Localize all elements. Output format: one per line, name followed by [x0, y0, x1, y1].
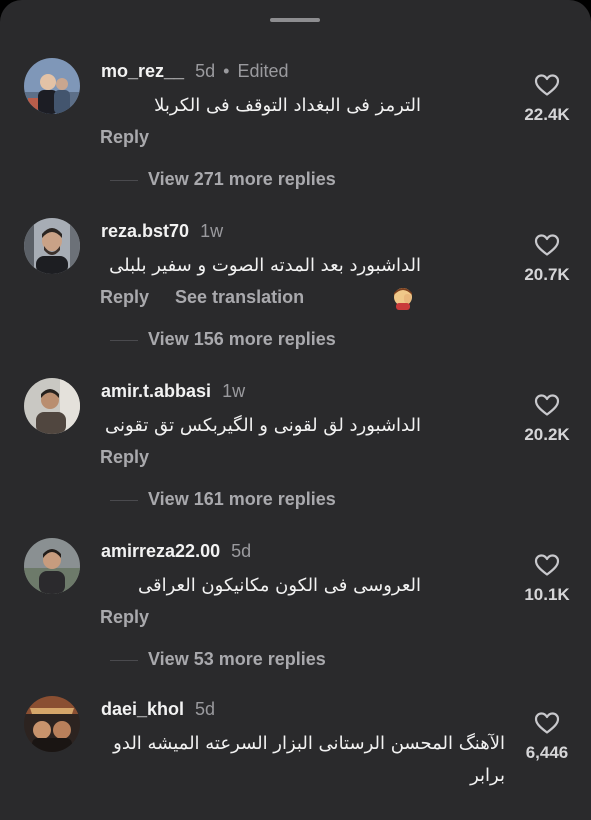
avatar[interactable]: [24, 696, 80, 752]
view-replies-label: View 271 more replies: [148, 169, 336, 189]
avatar[interactable]: [24, 58, 80, 114]
username[interactable]: amir.t.abbasi: [101, 381, 211, 401]
timestamp: 1w: [200, 221, 224, 241]
heart-icon[interactable]: [534, 553, 560, 577]
timestamp: 5d: [195, 61, 216, 81]
view-replies-button[interactable]: View 161 more replies: [110, 488, 336, 510]
comment-text: الترمز فی البغداد التوقف فی الکربلا: [154, 95, 421, 116]
replies-divider: [110, 179, 138, 181]
comment-item: amirreza22.00 5d العروسی فی الکون مکانیک…: [0, 538, 591, 698]
view-replies-button[interactable]: View 156 more replies: [110, 328, 336, 350]
username[interactable]: mo_rez__: [101, 61, 184, 81]
comments-sheet: mo_rez__ 5d • Edited الترمز فی البغداد ا…: [0, 0, 591, 820]
comment-actions: Reply: [100, 446, 149, 468]
replies-divider: [110, 339, 138, 341]
replies-divider: [110, 659, 138, 661]
edited-label: Edited: [237, 61, 289, 81]
view-replies-label: View 53 more replies: [148, 649, 326, 669]
username[interactable]: amirreza22.00: [101, 541, 220, 561]
reply-button[interactable]: Reply: [100, 447, 149, 467]
reply-button[interactable]: Reply: [100, 287, 149, 307]
comment-meta: daei_khol 5d: [101, 698, 215, 720]
comment-actions: Reply: [100, 126, 149, 148]
view-replies-label: View 156 more replies: [148, 329, 336, 349]
heart-icon[interactable]: [534, 393, 560, 417]
drag-handle[interactable]: [270, 18, 320, 22]
comment-meta: reza.bst70 1w: [101, 220, 223, 242]
like-control: 10.1K: [507, 553, 587, 605]
like-control: 6,446: [507, 711, 587, 763]
avatar[interactable]: [24, 538, 80, 594]
view-replies-label: View 161 more replies: [148, 489, 336, 509]
comment-text-content: الداشبورد بعد المدته الصوت و سفیر بلبلی: [109, 255, 421, 276]
timestamp: 1w: [222, 381, 246, 401]
comment-text: الآهنگ المحسن الرستانی البزار السرعته ال…: [113, 733, 505, 786]
comment-text: الداشبورد لق لقونی و الگیربکس تق تقونی: [104, 415, 421, 436]
heart-icon[interactable]: [534, 233, 560, 257]
comment-meta: amirreza22.00 5d: [101, 540, 251, 562]
comment-actions: Reply See translation: [100, 286, 304, 308]
comment-item: reza.bst70 1w الداشبورد بعد المدته الصوت…: [0, 218, 591, 378]
separator-dot: •: [223, 61, 230, 81]
like-control: 20.7K: [507, 233, 587, 285]
like-control: 22.4K: [507, 73, 587, 125]
reply-button[interactable]: Reply: [100, 607, 149, 627]
username[interactable]: daei_khol: [101, 699, 184, 719]
replies-divider: [110, 499, 138, 501]
heart-icon[interactable]: [534, 73, 560, 97]
like-count: 22.4K: [524, 105, 570, 124]
comment-item: amir.t.abbasi 1w الداشبورد لق لقونی و ال…: [0, 378, 591, 538]
reply-button[interactable]: Reply: [100, 127, 149, 147]
avatar[interactable]: [24, 218, 80, 274]
timestamp: 5d: [195, 699, 216, 719]
like-count: 20.7K: [524, 265, 570, 284]
like-count: 10.1K: [524, 585, 570, 604]
comment-text: العروسی فی الکون مکانیکون العراقی: [138, 575, 421, 596]
comment-actions: Reply: [100, 606, 149, 628]
heart-icon[interactable]: [534, 711, 560, 735]
view-replies-button[interactable]: View 271 more replies: [110, 168, 336, 190]
comment-meta: mo_rez__ 5d • Edited: [101, 60, 289, 82]
username[interactable]: reza.bst70: [101, 221, 189, 241]
comment-item: mo_rez__ 5d • Edited الترمز فی البغداد ا…: [0, 58, 591, 218]
like-count: 6,446: [525, 743, 569, 762]
see-translation-button[interactable]: See translation: [175, 287, 304, 307]
like-count: 20.2K: [524, 425, 570, 444]
facepalm-emoji-icon: [394, 288, 412, 310]
comment-item: daei_khol 5d الآهنگ المحسن الرستانی البز…: [0, 696, 591, 820]
timestamp: 5d: [231, 541, 252, 561]
like-control: 20.2K: [507, 393, 587, 445]
view-replies-button[interactable]: View 53 more replies: [110, 648, 326, 670]
avatar[interactable]: [24, 378, 80, 434]
comment-meta: amir.t.abbasi 1w: [101, 380, 245, 402]
